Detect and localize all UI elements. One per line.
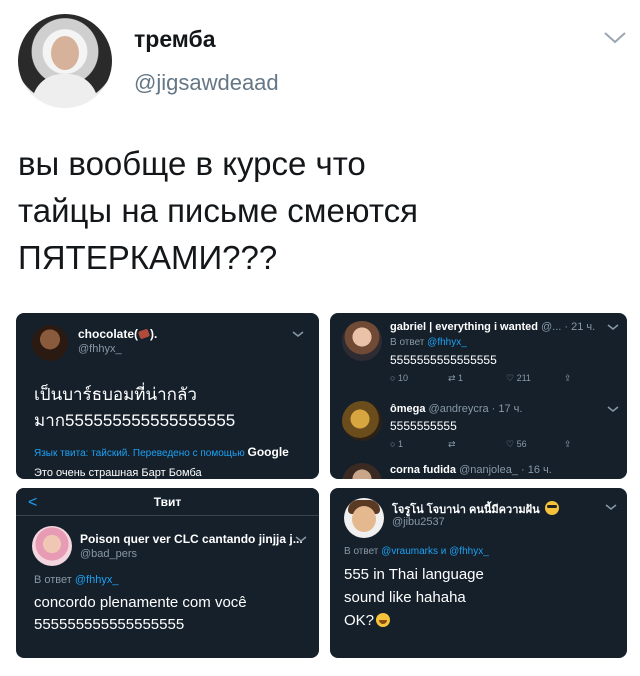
- tweet-body-line: OK?: [344, 612, 391, 629]
- chevron-down-icon[interactable]: [602, 28, 628, 46]
- retweet-icon[interactable]: ⇄ 1: [448, 373, 506, 384]
- retweet-icon[interactable]: ⇄: [448, 439, 506, 450]
- avatar: [342, 321, 382, 361]
- avatar: [32, 526, 72, 566]
- tweet-body-line: 555555555555555555: [34, 616, 185, 633]
- tweet-text: вы вообще в курсе что тайцы на письме см…: [18, 140, 618, 281]
- tweet-line: тайцы на письме смеются: [18, 192, 418, 229]
- user-handle: @fhhyx_: [78, 343, 122, 355]
- username: gabriel | everything i wanted @... · 21 …: [390, 321, 596, 333]
- chevron-down-icon: [607, 406, 619, 412]
- chevron-down-icon: [292, 331, 304, 337]
- media-screenshot-1[interactable]: chocolate(). @fhhyx_ เป็นบาร์ธบอมที่น่าก…: [16, 313, 319, 479]
- tweet-body: 5555555555555555: [390, 353, 497, 367]
- page-title: Твит: [153, 495, 182, 509]
- tweet-body: 5555555555: [390, 419, 457, 433]
- back-icon[interactable]: <: [28, 494, 37, 512]
- reply-icon[interactable]: ○ 1: [390, 439, 448, 450]
- avatar-suit: [32, 74, 98, 108]
- heart-icon[interactable]: ♡ 56: [506, 439, 564, 450]
- reply-context: В ответ @fhhyx_: [390, 337, 467, 348]
- nav-bar: Твит <: [16, 488, 319, 516]
- media-screenshot-2[interactable]: gabriel | everything i wanted @... · 21 …: [330, 313, 627, 479]
- tweet-body-line: 555 in Thai language: [344, 566, 484, 583]
- username: chocolate().: [78, 327, 158, 341]
- avatar: [342, 401, 382, 441]
- avatar: [32, 325, 68, 361]
- tweet-body-line: concordo plenamente com você: [34, 594, 247, 611]
- smile-emoji-icon: [376, 613, 391, 627]
- username: corna fudida @nanjolea_ · 16 ч.: [390, 464, 552, 476]
- chevron-down-icon: [605, 504, 617, 510]
- tweet-line: ПЯТЕРКАМИ???: [18, 239, 278, 276]
- sunglasses-emoji-icon: [544, 501, 559, 515]
- author-avatar[interactable]: [18, 14, 112, 108]
- author-handle[interactable]: @jigsawdeaad: [134, 70, 279, 96]
- tweet-body-line: มาก555555555555555555: [34, 411, 236, 430]
- tweet-header: тремба @jigsawdeaad: [0, 0, 640, 120]
- avatar-face: [51, 36, 79, 70]
- tweet-body-line: sound like hahaha: [344, 589, 466, 606]
- tweet-body-line: เป็นบาร์ธบอมที่น่ากลัว: [34, 385, 197, 404]
- chevron-down-icon: [295, 536, 307, 542]
- share-icon[interactable]: ⇪: [564, 373, 622, 384]
- chocolate-emoji-icon: [137, 328, 151, 340]
- reply-context: В ответ @vraumarks и @fhhyx_: [344, 546, 489, 557]
- avatar: [344, 498, 384, 538]
- action-bar: ○ 1 ⇄ ♡ 56 ⇪: [390, 439, 622, 450]
- reply-icon[interactable]: ○ 10: [390, 373, 448, 384]
- translated-text: Это очень страшная Барт Бомба: [34, 467, 202, 479]
- tweet-line: вы вообще в курсе что: [18, 145, 366, 182]
- heart-icon[interactable]: ♡ 211: [506, 373, 564, 384]
- translation-note: Язык твита: тайский. Переведено с помощь…: [34, 445, 289, 459]
- username: ômega @andreycra · 17 ч.: [390, 403, 523, 415]
- share-icon[interactable]: ⇪: [564, 439, 622, 450]
- user-handle: @jibu2537: [392, 516, 445, 528]
- reply-context: В ответ @fhhyx_: [34, 574, 119, 586]
- username: Poison quer ver CLC cantando jinjja j...: [80, 532, 303, 546]
- media-screenshot-3[interactable]: Твит < Poison quer ver CLC cantando jinj…: [16, 488, 319, 658]
- google-brand: Google: [247, 445, 289, 459]
- action-bar: ○ 10 ⇄ 1 ♡ 211 ⇪: [390, 373, 622, 384]
- chevron-down-icon: [607, 324, 619, 330]
- user-handle: @bad_pers: [80, 548, 138, 560]
- avatar-face: [352, 506, 376, 532]
- avatar: [342, 463, 382, 479]
- media-screenshot-4[interactable]: โจรูโน่ โจบาน่า คนนี้มีความฝัน @jibu2537…: [330, 488, 627, 658]
- author-display-name[interactable]: тремба: [134, 26, 216, 53]
